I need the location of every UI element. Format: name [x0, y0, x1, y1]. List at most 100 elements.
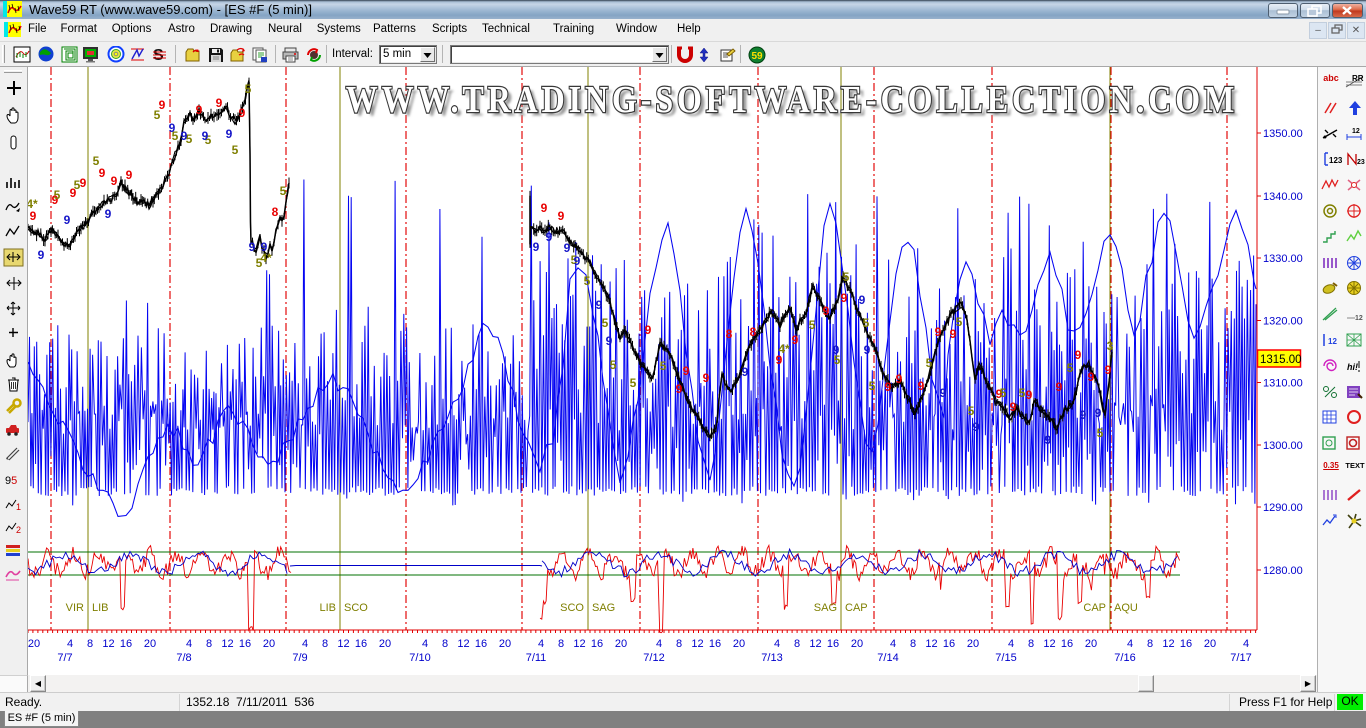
svg-text:9: 9	[202, 129, 209, 143]
svg-text:1315.00: 1315.00	[1260, 354, 1302, 366]
svg-text:7/7: 7/7	[57, 652, 72, 664]
svg-text:8: 8	[750, 325, 757, 339]
svg-text:5: 5	[610, 358, 617, 372]
svg-text:7/13: 7/13	[761, 652, 782, 664]
svg-text:9: 9	[1105, 363, 1112, 377]
svg-text:5: 5	[602, 316, 609, 330]
svg-text:7/9: 7/9	[292, 652, 307, 664]
svg-text:5: 5	[74, 178, 81, 192]
svg-text:9: 9	[896, 372, 903, 386]
svg-text:3: 3	[1107, 339, 1114, 353]
svg-text:12: 12	[221, 638, 233, 650]
svg-text:5: 5	[93, 154, 100, 168]
svg-text:9: 9	[792, 333, 799, 347]
svg-text:9: 9	[596, 298, 603, 312]
svg-text:8: 8	[322, 638, 328, 650]
svg-text:5: 5	[863, 316, 870, 330]
svg-text:9: 9	[80, 176, 87, 190]
svg-text:9: 9	[823, 304, 830, 318]
svg-text:9: 9	[1095, 406, 1102, 420]
svg-text:9: 9	[841, 291, 848, 305]
svg-text:12: 12	[1352, 128, 1360, 135]
svg-text:20: 20	[967, 638, 979, 650]
svg-text:7/14: 7/14	[877, 652, 898, 664]
svg-text:12: 12	[337, 638, 349, 650]
svg-text:SCO: SCO	[344, 602, 368, 614]
svg-text:12: 12	[809, 638, 821, 650]
svg-text:7/17: 7/17	[1230, 652, 1251, 664]
svg-text:9: 9	[126, 168, 133, 182]
svg-text:16: 16	[239, 638, 251, 650]
svg-text:4: 4	[1127, 638, 1133, 650]
svg-text:5: 5	[1067, 361, 1074, 375]
svg-text:9: 9	[105, 207, 112, 221]
svg-text:9: 9	[935, 325, 942, 339]
svg-text:5: 5	[926, 356, 933, 370]
svg-text:23: 23	[1357, 159, 1365, 166]
svg-text:8: 8	[558, 638, 564, 650]
svg-text:8: 8	[726, 327, 733, 341]
svg-text:SAG: SAG	[592, 602, 615, 614]
svg-text:9: 9	[676, 382, 683, 396]
svg-text:20: 20	[28, 638, 40, 650]
svg-text:5: 5	[584, 274, 591, 288]
svg-text:7/15: 7/15	[995, 652, 1016, 664]
svg-text:12: 12	[573, 638, 585, 650]
svg-text:4: 4	[1243, 638, 1249, 650]
svg-text:8: 8	[1147, 638, 1153, 650]
svg-text:CAP: CAP	[845, 602, 868, 614]
svg-text:16: 16	[1061, 638, 1073, 650]
svg-text:9: 9	[99, 166, 106, 180]
svg-text:20: 20	[499, 638, 511, 650]
svg-text:7/12: 7/12	[643, 652, 664, 664]
svg-text:7/16: 7/16	[1114, 652, 1135, 664]
svg-text:9: 9	[261, 240, 268, 254]
svg-text:9: 9	[859, 293, 866, 307]
svg-text:16: 16	[709, 638, 721, 650]
svg-text:1300.00: 1300.00	[1263, 440, 1303, 452]
svg-text:9: 9	[833, 343, 840, 357]
svg-text:CAP: CAP	[1083, 602, 1106, 614]
svg-text:5: 5	[1000, 386, 1007, 400]
svg-text:9: 9	[111, 174, 118, 188]
svg-text:WWW.TRADING-SOFTWARE-COLLECTIO: WWW.TRADING-SOFTWARE-COLLECTION.COM	[346, 78, 1238, 120]
svg-text:7/10: 7/10	[409, 652, 430, 664]
svg-text:9: 9	[216, 96, 223, 110]
svg-text:9: 9	[169, 121, 176, 135]
svg-text:20: 20	[733, 638, 745, 650]
svg-text:9: 9	[606, 334, 613, 348]
svg-text:9: 9	[1088, 370, 1095, 384]
svg-text:5: 5	[843, 270, 850, 284]
svg-text:9: 9	[940, 386, 947, 400]
svg-text:12: 12	[691, 638, 703, 650]
svg-text:9: 9	[1080, 408, 1087, 422]
svg-text:9: 9	[864, 343, 871, 357]
svg-text:5: 5	[280, 184, 287, 198]
svg-text:95: 95	[5, 475, 17, 487]
svg-text:8: 8	[442, 638, 448, 650]
svg-text:9: 9	[1075, 348, 1082, 362]
svg-text:9: 9	[38, 248, 45, 262]
svg-text:9: 9	[574, 254, 581, 268]
svg-text:7/11: 7/11	[526, 652, 547, 664]
svg-text:20: 20	[263, 638, 275, 650]
svg-text:4: 4	[302, 638, 308, 650]
svg-text:8: 8	[910, 638, 916, 650]
svg-text:12: 12	[925, 638, 937, 650]
svg-text:5: 5	[660, 359, 667, 373]
svg-text:16: 16	[120, 638, 132, 650]
svg-text:9: 9	[239, 106, 246, 120]
svg-text:12: 12	[1328, 337, 1337, 346]
svg-text:5: 5	[154, 108, 161, 122]
svg-text:4: 4	[538, 638, 544, 650]
svg-text:9: 9	[181, 129, 188, 143]
svg-text:12: 12	[1355, 315, 1363, 322]
svg-text:123: 123	[1329, 156, 1342, 165]
svg-text:20: 20	[851, 638, 863, 650]
svg-text:4: 4	[890, 638, 896, 650]
svg-text:1320.00: 1320.00	[1263, 316, 1303, 328]
svg-text:12: 12	[457, 638, 469, 650]
svg-text:SCO: SCO	[560, 602, 584, 614]
svg-text:9: 9	[546, 230, 553, 244]
svg-text:5: 5	[1019, 386, 1026, 400]
